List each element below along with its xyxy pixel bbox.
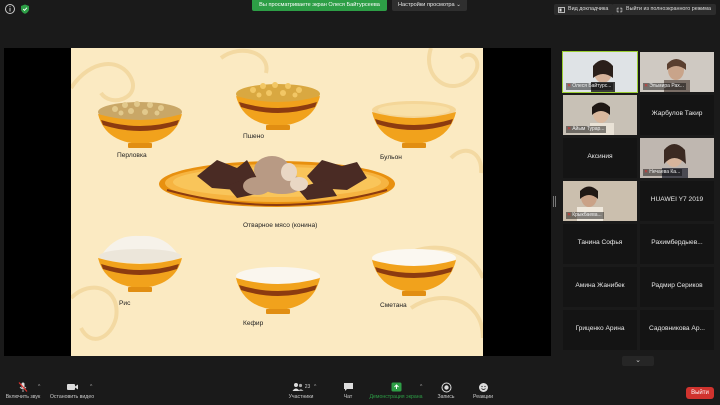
sharing-status-banner: Вы просматриваете экран Олеся Байтурсеев… [252,0,387,11]
label-smetana: Сметана [380,302,407,309]
speaker-view-button[interactable]: Вид докладчика [554,4,614,15]
mic-muted-icon [18,382,28,392]
participant-tile[interactable]: Садовникова Ар... [640,310,714,350]
participant-tile[interactable]: ✕ Олеся Байтурс... [562,51,638,93]
record-icon [441,382,451,392]
record-label: Запись [437,394,455,400]
participant-name: Аксиния [587,153,613,160]
participant-name: ✕ Крыкбаева... [566,212,604,219]
view-settings-menu[interactable]: Настройки просмотра ⌄ [392,0,467,11]
participant-name: Садовникова Ар... [649,325,705,332]
participant-tile[interactable]: Рахимбердыев... [640,224,714,264]
participant-tile[interactable]: Радмир Сериков [640,267,714,307]
share-options-caret-icon[interactable]: ^ [420,384,422,390]
label-meat: Отварное мясо (конина) [243,222,318,229]
participant-name: Рахимбердыев... [651,239,703,246]
participant-tile[interactable]: ✕ Крыкбаева... [563,181,637,221]
participant-tile[interactable]: ✕ Айым Турар... [563,95,637,135]
reactions-label: Реакции [472,394,494,400]
info-icon[interactable] [4,3,16,15]
participant-tile[interactable]: Гриценко Арина [563,310,637,350]
label-kefir: Кефир [243,320,264,327]
participants-options-caret-icon[interactable]: ^ [314,384,316,390]
participant-name: Радмир Сериков [651,282,703,289]
share-screen-icon [391,382,401,392]
record-button[interactable]: Запись [434,380,458,400]
mic-muted-icon: ✕ [567,83,572,89]
mic-muted-icon: ✕ [644,83,649,89]
label-psheno: Пшено [243,133,265,140]
participant-tile[interactable]: Жарбулов Такир [640,95,714,135]
participant-name: Танина Софья [577,239,623,246]
gallery-next-page-button[interactable]: ⌄ [622,356,654,366]
participant-name: ✕ Айым Турар... [566,126,607,133]
participant-tile[interactable]: Танина Софья [563,224,637,264]
bowl-smetana-image [372,249,456,296]
participant-tile[interactable]: Амина Жанибек [563,267,637,307]
share-screen-label: Демонстрация экрана [369,394,423,400]
speaker-view-label: Вид докладчика [568,6,609,12]
top-bar: Вы просматриваете экран Олеся Байтурсеев… [0,0,720,18]
participant-tile[interactable]: HUAWEI Y7 2019 [640,181,714,221]
emoji-icon [478,382,488,392]
label-perlovka: Перловка [117,152,147,159]
unmute-label: Включить звук [5,394,41,400]
participant-tile[interactable]: ✕ Нечаева Ка... [640,138,714,178]
exit-fullscreen-button[interactable]: Выйти из полноэкранного режима [612,4,717,15]
bowl-ris-image [98,235,182,292]
mic-muted-icon: ✕ [644,169,649,175]
chevron-down-icon: ⌄ [456,2,461,8]
presentation-slide: Перловка Пшено Бульон Отварное мясо (кон… [71,48,483,356]
audio-options-caret-icon[interactable]: ^ [38,384,40,390]
bowl-perlovka-image [98,101,182,148]
participant-name: Амина Жанибек [575,282,625,289]
participants-button[interactable]: 23 Участники [284,380,318,400]
participant-name: ✕ Нечаева Ка... [643,169,683,176]
exit-fullscreen-label: Выйти из полноэкранного режима [626,6,712,12]
meeting-toolbar: Включить звук ^ Остановить видео ^ 23 Уч… [0,378,720,405]
bowl-kefir-image [236,267,320,314]
shared-screen: Перловка Пшено Бульон Отварное мясо (кон… [4,48,551,356]
participant-name: HUAWEI Y7 2019 [650,196,704,203]
participants-icon [292,383,304,391]
bowl-psheno-image [236,82,320,130]
zoom-meeting-window: Вы просматриваете экран Олеся Байтурсеев… [0,0,720,405]
mic-muted-icon: ✕ [567,126,572,132]
stop-video-button[interactable]: Остановить видео [48,380,96,400]
mic-muted-icon: ✕ [567,212,572,218]
grid-icon [558,6,565,13]
exit-fullscreen-icon [616,7,623,12]
reactions-button[interactable]: Реакции [470,380,496,400]
participants-count: 23 [304,384,311,390]
participant-name: ✕ Эльмира Рах... [643,83,686,90]
unmute-button[interactable]: Включить звук [4,380,42,400]
view-settings-label: Настройки просмотра [398,2,455,8]
chat-label: Чат [343,394,353,400]
bowl-bulyon-image [372,101,456,148]
participant-name: ✕ Олеся Байтурс... [566,83,614,90]
chat-bubble-icon [343,383,353,391]
chevron-down-icon: ⌄ [635,357,641,364]
meat-platter-image [159,156,395,207]
participants-label: Участники [288,394,314,400]
participant-name: Гриценко Арина [575,325,625,332]
panel-resize-handle[interactable] [553,196,556,207]
chat-button[interactable]: Чат [336,380,360,400]
shield-icon[interactable] [19,3,31,15]
share-screen-button[interactable]: Демонстрация экрана [366,380,426,400]
stop-video-label: Остановить видео [49,394,95,400]
video-options-caret-icon[interactable]: ^ [90,384,92,390]
participant-tile[interactable]: ✕ Эльмира Рах... [640,52,714,92]
participant-name: Жарбулов Такир [651,110,703,117]
leave-meeting-button[interactable]: Выйти [686,387,714,399]
video-camera-icon [66,384,78,390]
participant-tile[interactable]: Аксиния [563,138,637,178]
label-ris: Рис [119,300,131,307]
